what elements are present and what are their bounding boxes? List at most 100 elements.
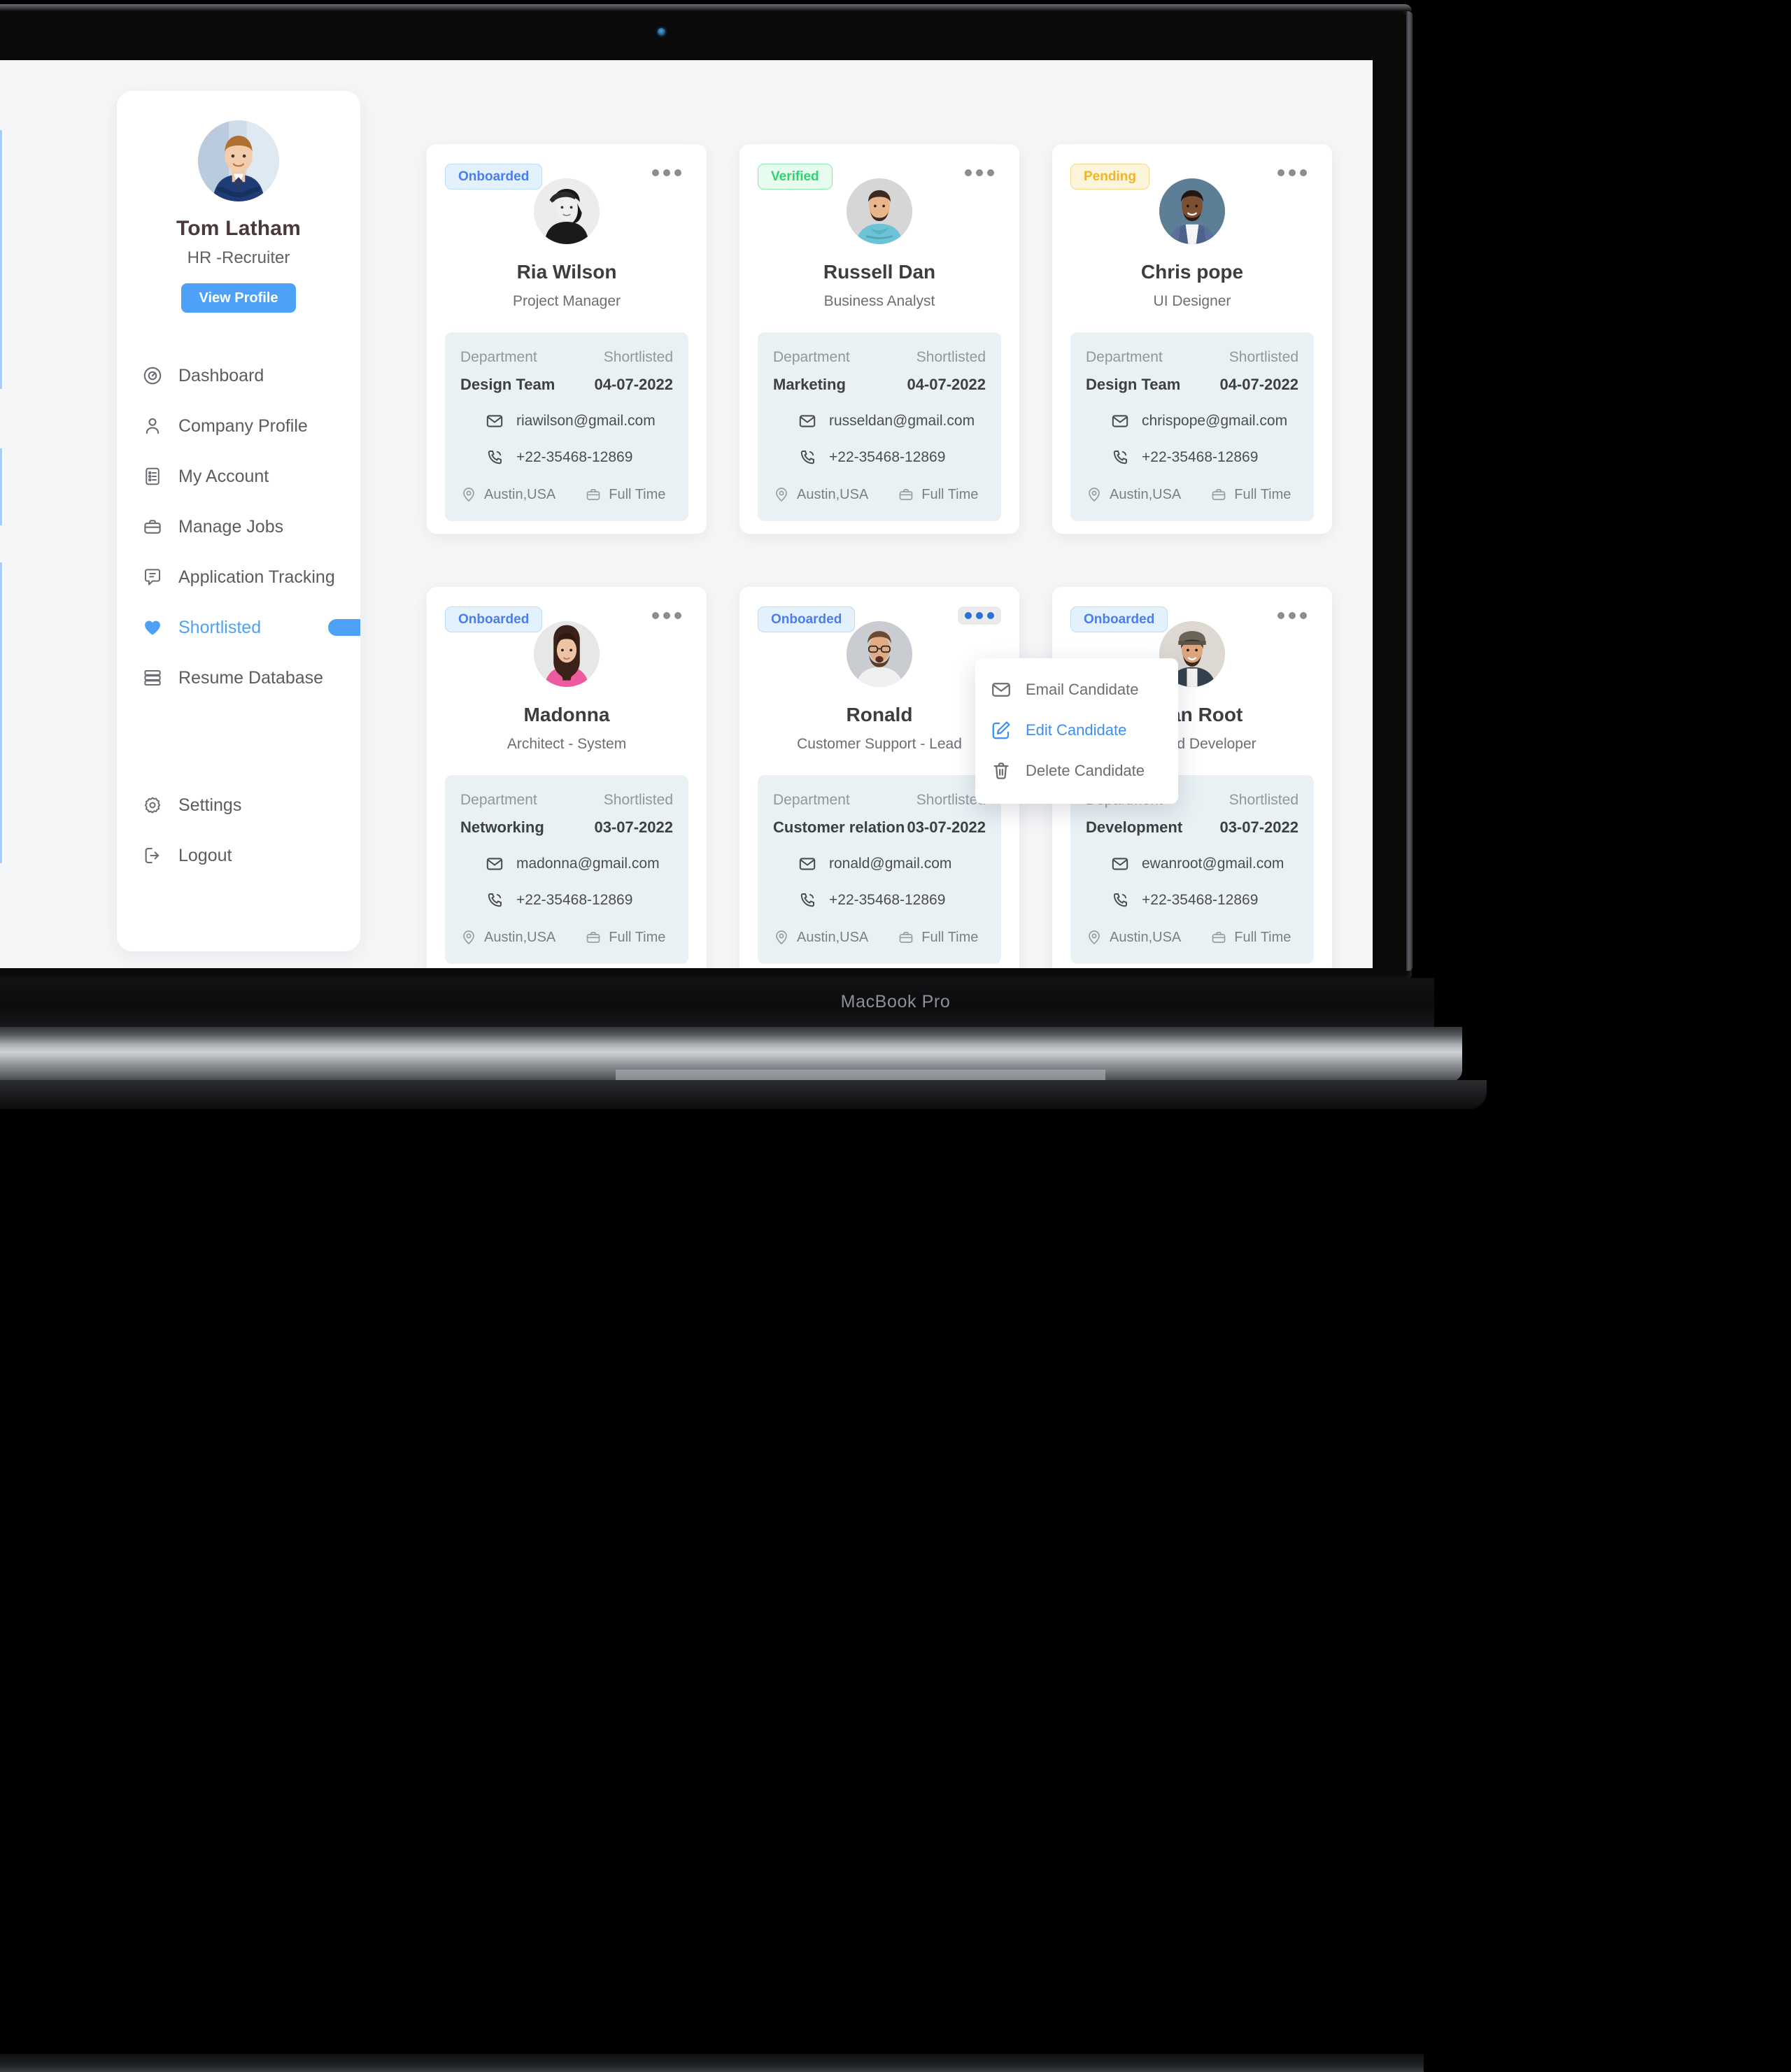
briefcase-icon — [1210, 486, 1227, 503]
dot-icon — [1300, 612, 1307, 619]
dot-icon — [1277, 612, 1284, 619]
department-value: Customer relation — [773, 818, 905, 837]
card-meta: Austin,USA Full Time — [1086, 486, 1298, 503]
email-row[interactable]: madonna@gmail.com — [460, 855, 673, 873]
shortlisted-label: Shortlisted — [604, 792, 673, 809]
lid-top-sheen — [0, 4, 1412, 11]
briefcase-icon — [142, 516, 163, 537]
device-label: MacBook Pro — [0, 992, 1791, 1012]
shortlisted-label: Shortlisted — [1229, 349, 1298, 366]
status-badge: Onboarded — [445, 164, 542, 190]
card-menu-button[interactable] — [645, 164, 688, 182]
sidebar-item-manage-jobs[interactable]: Manage Jobs — [117, 502, 360, 552]
sidebar-item-resume-database[interactable]: Resume Database — [117, 653, 360, 703]
department-value: Networking — [460, 818, 544, 837]
phone-row[interactable]: +22-35468-12869 — [1086, 448, 1298, 467]
email-row[interactable]: riawilson@gmail.com — [460, 412, 673, 430]
nav-spacer — [117, 703, 360, 780]
dot-icon — [1289, 612, 1296, 619]
sidebar-item-company-profile[interactable]: Company Profile — [117, 401, 360, 451]
location-value: Austin,USA — [1110, 487, 1181, 503]
sidebar-item-logout[interactable]: Logout — [117, 830, 360, 881]
candidate-role: Project Manager — [445, 293, 688, 310]
sidebar-item-label: My Account — [178, 467, 269, 487]
card-meta: Austin,USA Full Time — [460, 929, 673, 946]
email-row[interactable]: ewanroot@gmail.com — [1086, 855, 1298, 873]
card-menu-button[interactable] — [1270, 606, 1314, 625]
location-pin-icon — [1086, 486, 1103, 503]
dot-icon — [652, 169, 659, 176]
candidate-card[interactable]: Onboarded — [427, 587, 707, 968]
sidebar-item-dashboard[interactable]: Dashboard — [117, 350, 360, 401]
sidebar-item-shortlisted[interactable]: Shortlisted — [117, 602, 360, 653]
candidate-info-panel: Department Networking Shortlisted 03-07-… — [445, 775, 688, 964]
profile-role: HR -Recruiter — [117, 248, 360, 268]
phone-icon — [1111, 448, 1129, 467]
envelope-icon — [798, 412, 816, 430]
menu-item-label: Delete Candidate — [1026, 762, 1145, 780]
email-row[interactable]: ronald@gmail.com — [773, 855, 986, 873]
sidebar-item-label: Company Profile — [178, 416, 308, 437]
card-menu-button[interactable] — [645, 606, 688, 625]
laptop-base-foot — [0, 1080, 1487, 1109]
sidebar-item-settings[interactable]: Settings — [117, 780, 360, 830]
phone-value: +22-35468-12869 — [516, 449, 632, 466]
candidate-card[interactable]: Verified — [739, 144, 1019, 534]
envelope-icon — [486, 855, 504, 873]
candidate-context-menu: Email Candidate Edit Candidate — [975, 658, 1178, 804]
lid-right-edge — [1406, 11, 1413, 971]
email-row[interactable]: russeldan@gmail.com — [773, 412, 986, 430]
card-menu-button[interactable] — [958, 164, 1001, 182]
phone-value: +22-35468-12869 — [516, 892, 632, 909]
dot-icon — [663, 169, 670, 176]
candidate-name: Ria Wilson — [445, 261, 688, 283]
phone-icon — [1111, 891, 1129, 909]
phone-row[interactable]: +22-35468-12869 — [460, 448, 673, 467]
location-value: Austin,USA — [1110, 930, 1181, 946]
card-menu-button[interactable] — [958, 606, 1001, 625]
menu-item-email-candidate[interactable]: Email Candidate — [975, 669, 1178, 710]
candidate-info-panel: Department Customer relation Shortlisted… — [758, 775, 1001, 964]
department-value: Design Team — [460, 376, 555, 394]
job-type-value: Full Time — [1234, 930, 1291, 946]
shortlisted-value: 03-07-2022 — [1219, 818, 1298, 837]
candidate-role: UI Designer — [1070, 293, 1314, 310]
laptop-screen: Tom Latham HR -Recruiter View Profile Da… — [0, 60, 1373, 968]
envelope-icon — [991, 679, 1012, 700]
candidate-card[interactable]: Onboarded — [427, 144, 707, 534]
sidebar-item-label: Logout — [178, 846, 232, 866]
phone-row[interactable]: +22-35468-12869 — [773, 448, 986, 467]
menu-item-edit-candidate[interactable]: Edit Candidate — [975, 710, 1178, 751]
dot-icon — [987, 169, 994, 176]
envelope-icon — [798, 855, 816, 873]
sidebar-item-application-tracking[interactable]: Application Tracking — [117, 552, 360, 602]
menu-item-label: Edit Candidate — [1026, 721, 1126, 739]
phone-icon — [486, 448, 504, 467]
sidebar-item-label: Resume Database — [178, 668, 323, 688]
status-badge: Pending — [1070, 164, 1149, 190]
card-menu-button[interactable] — [1270, 164, 1314, 182]
department-label: Department — [773, 349, 850, 366]
location-value: Austin,USA — [484, 487, 555, 503]
phone-row[interactable]: +22-35468-12869 — [773, 891, 986, 909]
candidate-info-panel: Department Marketing Shortlisted 04-07-2… — [758, 332, 1001, 521]
gear-icon — [142, 795, 163, 816]
profile-name: Tom Latham — [117, 217, 360, 241]
account-list-icon — [142, 466, 163, 487]
shortlisted-value: 03-07-2022 — [907, 818, 986, 837]
candidate-name: Chris pope — [1070, 261, 1314, 283]
shortlisted-label: Shortlisted — [916, 349, 986, 366]
view-profile-button[interactable]: View Profile — [181, 283, 296, 313]
status-badge: Onboarded — [758, 606, 855, 632]
envelope-icon — [486, 412, 504, 430]
phone-row[interactable]: +22-35468-12869 — [460, 891, 673, 909]
dot-icon — [965, 169, 972, 176]
phone-row[interactable]: +22-35468-12869 — [1086, 891, 1298, 909]
candidate-card[interactable]: Pending — [1052, 144, 1332, 534]
shortlisted-value: 04-07-2022 — [907, 376, 986, 394]
job-type-value: Full Time — [609, 930, 665, 946]
menu-item-delete-candidate[interactable]: Delete Candidate — [975, 751, 1178, 791]
sidebar-item-my-account[interactable]: My Account — [117, 451, 360, 502]
phone-value: +22-35468-12869 — [829, 892, 945, 909]
email-row[interactable]: chrispope@gmail.com — [1086, 412, 1298, 430]
